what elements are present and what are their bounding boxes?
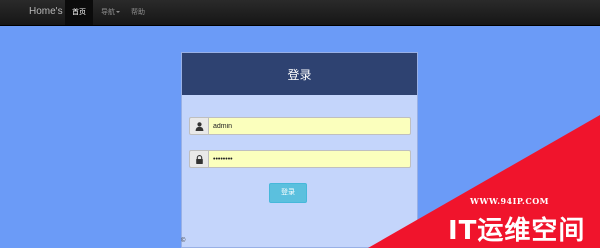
username-input[interactable]	[208, 117, 411, 135]
user-icon	[195, 122, 204, 131]
copyright-text: ©	[181, 238, 186, 244]
caret-down-icon	[116, 11, 120, 14]
nav-item-help[interactable]: 帮助	[131, 0, 145, 25]
username-field	[189, 117, 411, 135]
username-addon	[189, 117, 208, 135]
nav-item-home[interactable]: 首页	[65, 0, 93, 25]
login-card: 登录 登录	[181, 52, 418, 248]
nav-item-guide[interactable]: 导航	[101, 0, 120, 25]
password-input[interactable]	[208, 150, 411, 168]
brand-link[interactable]: Home's	[29, 6, 63, 17]
login-title: 登录	[287, 68, 312, 82]
nav-item-help-label: 帮助	[131, 9, 145, 16]
lock-icon	[196, 155, 203, 164]
login-button[interactable]: 登录	[269, 183, 307, 203]
nav-item-guide-label: 导航	[101, 9, 115, 16]
login-card-header: 登录	[182, 53, 417, 95]
password-addon	[189, 150, 208, 168]
password-field	[189, 150, 411, 168]
nav-item-home-label: 首页	[72, 9, 86, 16]
watermark-name: IT运维空间	[448, 216, 586, 246]
top-navbar: Home's 首页 导航 帮助	[0, 0, 600, 26]
watermark-url: WWW.94IP.COM	[470, 196, 550, 206]
